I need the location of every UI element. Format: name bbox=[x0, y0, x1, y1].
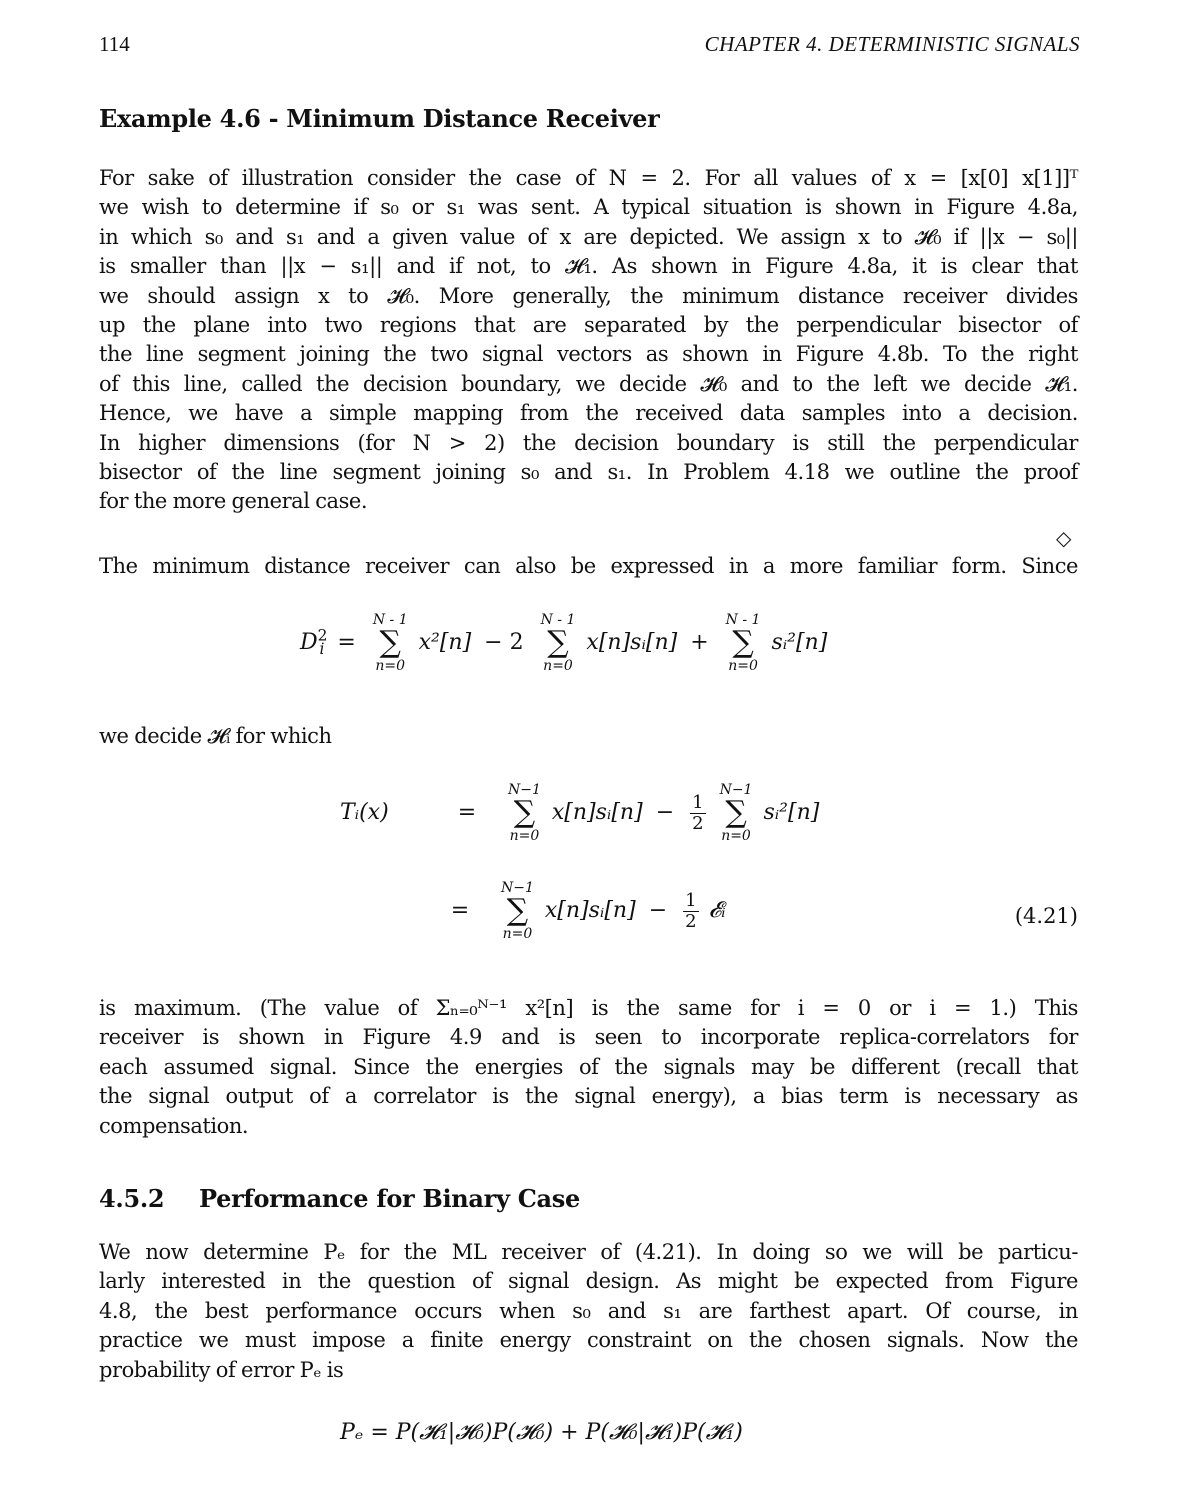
eq-op: + bbox=[690, 630, 709, 655]
summation: N - 1 ∑ n=0 bbox=[540, 612, 576, 674]
eq-op: − bbox=[655, 800, 675, 825]
text-line: each assumed signal. Since the energies … bbox=[99, 1054, 1078, 1079]
eq-term: x[n]sᵢ[n] bbox=[544, 898, 636, 923]
eq-term: x[n]sᵢ[n] bbox=[586, 630, 678, 655]
text-line: up the plane into two regions that are s… bbox=[99, 313, 1078, 338]
text-line: is maximum. (The value of Σₙ₌₀ᴺ⁻¹ x²[n] … bbox=[99, 996, 1078, 1020]
eq-equals: = bbox=[457, 800, 477, 825]
section-heading: 4.5.2 Performance for Binary Case bbox=[99, 1184, 580, 1213]
text-line: we decide 𝓗ᵢ for which bbox=[99, 724, 332, 748]
equation-test-statistic-line1: Tᵢ(x) = N−1 ∑ n=0 x[n]sᵢ[n] − 12 N−1 ∑ n=0 s… bbox=[340, 782, 819, 844]
text-line: is smaller than ||x − s₁|| and if not, t… bbox=[99, 254, 1078, 279]
fraction-half: 12 bbox=[683, 889, 699, 932]
text-line: In higher dimensions (for N > 2) the dec… bbox=[99, 430, 1078, 455]
paragraph-decide: we decide 𝓗ᵢ for which bbox=[99, 722, 1078, 751]
page-number: 114 bbox=[99, 32, 130, 56]
text-line: we should assign x to 𝓗₀. More generally… bbox=[99, 283, 1078, 308]
eq-term: x[n]sᵢ[n] bbox=[551, 800, 643, 825]
text-line: We now determine Pₑ for the ML receiver … bbox=[99, 1240, 1078, 1264]
section-number: 4.5.2 bbox=[99, 1184, 165, 1213]
paragraph-performance: We now determine Pₑ for the ML receiver … bbox=[99, 1238, 1078, 1385]
equation-test-statistic-line2: = N−1 ∑ n=0 x[n]sᵢ[n] − 12 𝓔ᵢ bbox=[430, 880, 726, 942]
section-title: Performance for Binary Case bbox=[199, 1184, 580, 1213]
running-header: CHAPTER 4. DETERMINISTIC SIGNALS bbox=[704, 32, 1080, 56]
fraction-half: 12 bbox=[690, 791, 706, 834]
text-line: the line segment joining the two signal … bbox=[99, 342, 1078, 367]
text-line: For sake of illustration consider the ca… bbox=[99, 166, 1078, 190]
example-title: Example 4.6 - Minimum Distance Receiver bbox=[99, 104, 660, 133]
text-line: practice we must impose a finite energy … bbox=[99, 1328, 1078, 1353]
eq-term: x²[n] bbox=[418, 630, 472, 655]
equation-distance: D2i = N - 1 ∑ n=0 x²[n] − 2 N - 1 ∑ n=0 x[n]… bbox=[300, 612, 828, 674]
equation-probability-error: Pₑ = P(𝓗₁|𝓗₀)P(𝓗₀) + P(𝓗₀|𝓗₁)P(𝓗₁) bbox=[340, 1420, 743, 1445]
equation-number: (4.21) bbox=[1014, 904, 1078, 928]
text-line: in which s₀ and s₁ and a given value of … bbox=[99, 224, 1078, 249]
eq-sub: i bbox=[319, 640, 325, 659]
eq-op: − bbox=[648, 898, 668, 923]
text-line: receiver is shown in Figure 4.9 and is s… bbox=[99, 1025, 1078, 1050]
text-line: we wish to determine if s₀ or s₁ was sen… bbox=[99, 195, 1078, 220]
text-line: Hence, we have a simple mapping from the… bbox=[99, 401, 1078, 426]
summation: N−1 ∑ n=0 bbox=[501, 880, 534, 942]
eq-term: sᵢ²[n] bbox=[763, 800, 820, 825]
text-line: bisector of the line segment joining s₀ … bbox=[99, 460, 1078, 485]
eq-equals: = bbox=[450, 898, 470, 923]
summation: N - 1 ∑ n=0 bbox=[725, 612, 761, 674]
paragraph-maximum: is maximum. (The value of Σₙ₌₀ᴺ⁻¹ x²[n] … bbox=[99, 994, 1078, 1141]
summation: N−1 ∑ n=0 bbox=[508, 782, 541, 844]
eq-lhs: Tᵢ(x) bbox=[340, 800, 389, 825]
summation: N - 1 ∑ n=0 bbox=[372, 612, 408, 674]
text-line: larly interested in the question of sign… bbox=[99, 1269, 1078, 1294]
text-line: The minimum distance receiver can also b… bbox=[99, 554, 1078, 578]
eq-lhs: D bbox=[300, 630, 318, 655]
example-paragraph: For sake of illustration consider the ca… bbox=[99, 164, 1078, 517]
paragraph-intro: The minimum distance receiver can also b… bbox=[99, 552, 1078, 581]
end-of-example-marker: ◇ bbox=[1056, 526, 1072, 550]
text-line: for the more general case. bbox=[99, 489, 368, 514]
eq-term: sᵢ²[n] bbox=[771, 630, 828, 655]
text-line: compensation. bbox=[99, 1113, 249, 1138]
document-page: 114 CHAPTER 4. DETERMINISTIC SIGNALS Exa… bbox=[0, 0, 1177, 1500]
eq-op: − 2 bbox=[484, 630, 524, 655]
text-line: probability of error Pₑ is bbox=[99, 1357, 344, 1382]
text-line: of this line, called the decision bounda… bbox=[99, 371, 1078, 396]
text-line: 4.8, the best performance occurs when s₀… bbox=[99, 1298, 1078, 1323]
summation: N−1 ∑ n=0 bbox=[719, 782, 753, 844]
eq-term: 𝓔ᵢ bbox=[708, 898, 726, 923]
text-line: the signal output of a correlator is the… bbox=[99, 1084, 1078, 1109]
